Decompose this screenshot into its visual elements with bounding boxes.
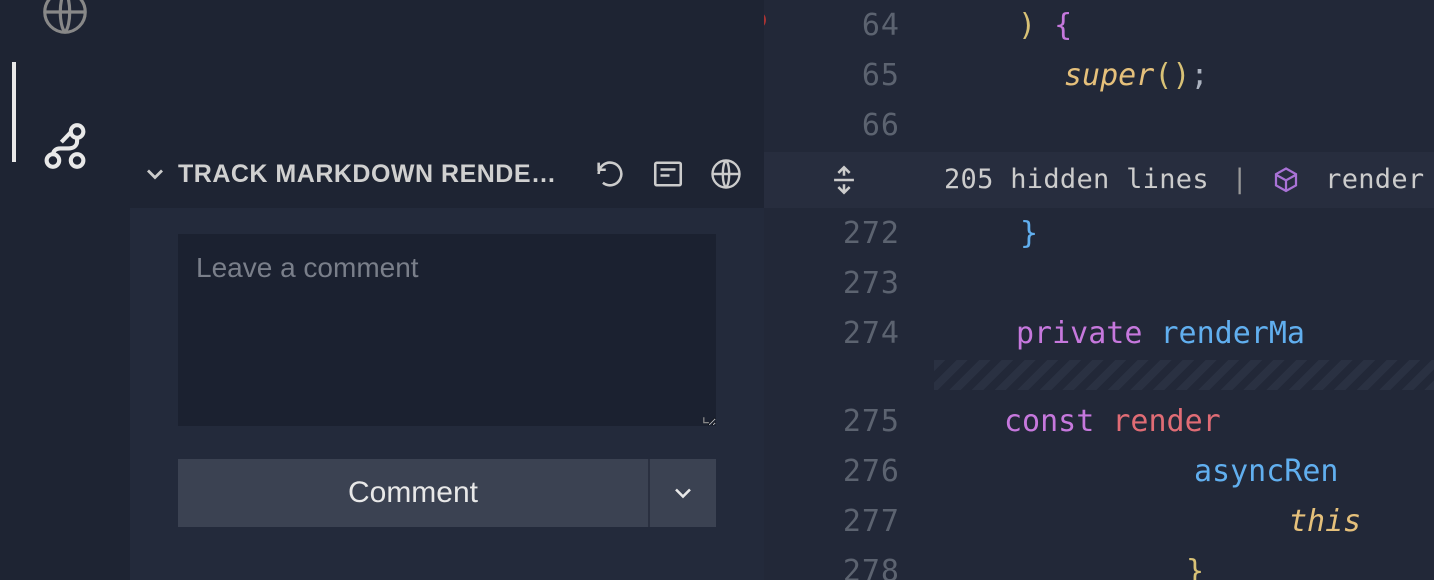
section-title: TRACK MARKDOWN RENDE… — [178, 160, 586, 189]
active-indicator — [12, 62, 16, 162]
hidden-lines-count: 205 hidden lines — [944, 164, 1209, 195]
folded-region[interactable]: 205 hidden lines | render — [764, 152, 1434, 208]
code-line[interactable]: 278} — [764, 546, 1434, 580]
line-number: 273 — [764, 266, 934, 301]
code-line[interactable]: 272} — [764, 208, 1434, 258]
code-content: private renderMa — [934, 316, 1305, 351]
section-actions — [590, 154, 754, 194]
folded-text: 205 hidden lines | render — [884, 164, 1434, 196]
comment-panel: ⌞ Comment — [130, 208, 764, 580]
line-number: 278 — [764, 554, 934, 580]
source-control-icon[interactable] — [33, 114, 97, 178]
code-line[interactable]: 277this — [764, 496, 1434, 546]
code-line[interactable]: 276asyncRen — [764, 446, 1434, 496]
line-number: 277 — [764, 504, 934, 539]
symbol-icon — [1271, 166, 1301, 196]
comment-input[interactable] — [178, 234, 716, 426]
refresh-icon[interactable] — [590, 154, 630, 194]
code-line[interactable]: 274private renderMa — [764, 308, 1434, 358]
code-content: const render — [934, 404, 1221, 439]
folded-symbol-name: render — [1325, 164, 1424, 195]
code-content: super(); — [934, 58, 1209, 93]
line-number: 276 — [764, 454, 934, 489]
code-content: ) { — [934, 8, 1072, 43]
line-number: 272 — [764, 216, 934, 251]
sidebar-panel: TRACK MARKDOWN RENDE… ⌞ Comment — [130, 0, 764, 580]
chevron-down-icon[interactable] — [136, 155, 174, 193]
code-line[interactable]: 64) { — [764, 0, 1434, 50]
resize-cursor-icon: ↔ — [764, 6, 766, 41]
code-line[interactable]: 65super(); — [764, 50, 1434, 100]
line-number: 66 — [764, 108, 934, 143]
line-number: 64 — [764, 8, 934, 43]
code-line[interactable]: 273 — [764, 258, 1434, 308]
code-line[interactable]: 66 — [764, 100, 1434, 150]
line-number: 275 — [764, 404, 934, 439]
unfold-icon[interactable] — [824, 160, 864, 200]
line-number: 65 — [764, 58, 934, 93]
diff-stripe — [934, 360, 1434, 390]
code-content: asyncRen — [934, 454, 1339, 489]
activity-bar — [0, 0, 130, 580]
description-icon[interactable] — [648, 154, 688, 194]
code-content: this — [934, 504, 1361, 539]
code-content: } — [934, 554, 1204, 580]
code-editor[interactable]: ↔ 64) {65super();66 205 hidden lines | r… — [764, 0, 1434, 580]
code-line[interactable]: 275const render — [764, 396, 1434, 446]
open-in-browser-icon[interactable] — [706, 154, 746, 194]
global-icon[interactable] — [33, 0, 97, 44]
comment-button[interactable]: Comment — [178, 459, 648, 527]
section-header[interactable]: TRACK MARKDOWN RENDE… — [130, 146, 764, 202]
code-content: } — [934, 216, 1038, 251]
line-number: 274 — [764, 316, 934, 351]
comment-dropdown-button[interactable] — [648, 459, 716, 527]
